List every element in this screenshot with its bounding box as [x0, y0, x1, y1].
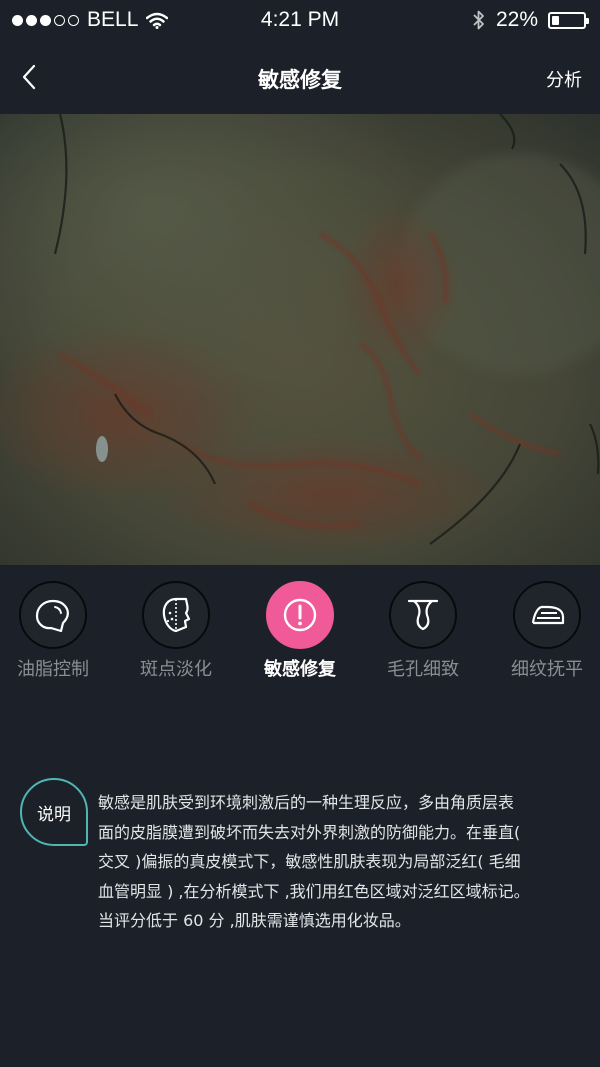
mode-label: 油脂控制: [17, 659, 89, 680]
page-title: 敏感修复: [258, 68, 342, 92]
iron-icon: [531, 605, 565, 625]
skin-camera-image: [0, 114, 600, 565]
alert-icon: [283, 598, 317, 632]
pore-icon: [407, 599, 439, 631]
status-right: 22%: [472, 8, 589, 32]
mode-tab-spot-fading[interactable]: 斑点淡化: [114, 581, 238, 681]
battery-icon: [548, 11, 589, 29]
description-line: 血管明显 ) ,在分析模式下 ,我们用红色区域对泛红区域标记。: [98, 881, 530, 901]
mode-label: 毛孔细致: [387, 659, 459, 680]
mode-tab-oil-control[interactable]: 油脂控制: [0, 581, 115, 681]
navigation-bar: 敏感修复 分析: [0, 40, 600, 114]
mode-label: 敏感修复: [264, 659, 336, 680]
description-line: 当评分低于 60 分 ,肌肤需谨慎选用化妆品。: [98, 911, 411, 930]
oil-drop-icon: [35, 599, 69, 633]
mode-tab-sensitive-repair[interactable]: 敏感修复: [238, 581, 362, 681]
bluetooth-icon: [473, 10, 484, 30]
description-line: 交叉 )偏振的真皮模式下，敏感性肌肤表现为局部泛红( 毛细: [98, 852, 521, 871]
mode-tab-pore-refining[interactable]: 毛孔细致: [361, 581, 485, 681]
analyze-button[interactable]: 分析: [546, 66, 582, 92]
description-text: 敏感是肌肤受到环境刺激后的一种生理反应，多由角质层表 面的皮脂膜遭到破坏而失去对…: [98, 788, 570, 936]
mode-tab-wrinkle-smoothing[interactable]: 细纹抚平: [485, 581, 600, 681]
mode-label: 细纹抚平: [511, 659, 583, 680]
description-line: 敏感是肌肤受到环境刺激后的一种生理反应，多由角质层表: [98, 793, 515, 812]
battery-cap: [586, 17, 589, 24]
battery-percentage: 22%: [495, 8, 538, 31]
face-spot-icon: [162, 597, 191, 633]
mode-icon-circle: [389, 581, 457, 649]
battery-level: [552, 15, 559, 25]
description-line: 面的皮脂膜遭到破坏而失去对外界刺激的防御能力。在垂直(: [98, 822, 521, 842]
care-mode-tabs: 油脂控制 斑点淡化 敏感修复 毛孔细致 细纹抚平: [0, 565, 600, 705]
mode-icon-circle: [142, 581, 210, 649]
mode-label: 斑点淡化: [140, 659, 212, 680]
status-bar: BELL 4:21 PM 22%: [0, 0, 600, 40]
mode-icon-circle: [266, 581, 334, 649]
description-badge: 说明: [20, 778, 88, 846]
mode-icon-circle: [513, 581, 581, 649]
mode-icon-circle: [19, 581, 87, 649]
